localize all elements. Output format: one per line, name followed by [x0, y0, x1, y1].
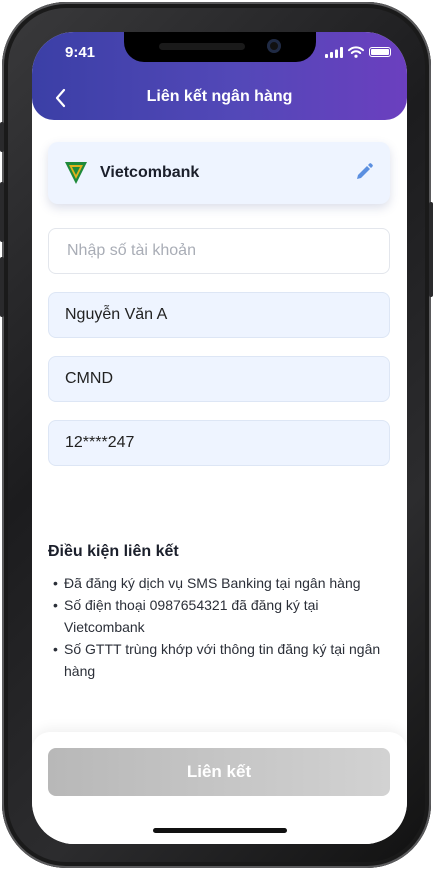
edit-bank-button[interactable]	[354, 162, 374, 182]
id-number-field: 12****247	[48, 420, 390, 466]
notch	[124, 32, 316, 62]
phone-frame: 9:41 Liên kết ngân hàng Vietcombank Nhập…	[0, 2, 433, 868]
conditions-title: Điều kiện liên kết	[48, 543, 179, 560]
app-header: 9:41 Liên kết ngân hàng	[32, 32, 407, 120]
id-type-field: CMND	[48, 356, 390, 402]
account-number-field[interactable]	[48, 228, 390, 274]
vietcombank-logo-icon	[65, 162, 87, 184]
speaker-grille	[159, 43, 245, 50]
full-name-value: Nguyễn Văn A	[65, 306, 168, 323]
front-camera	[267, 39, 281, 53]
condition-item: Số GTTT trùng khớp với thông tin đăng ký…	[48, 638, 388, 682]
id-number-value: 12****247	[65, 434, 135, 451]
full-name-field: Nguyễn Văn A	[48, 292, 390, 338]
condition-item: Số điện thoại 0987654321 đã đăng ký tại …	[48, 594, 388, 638]
conditions-list: Đã đăng ký dịch vụ SMS Banking tại ngân …	[48, 572, 388, 682]
status-icons	[325, 46, 391, 58]
condition-item: Đã đăng ký dịch vụ SMS Banking tại ngân …	[48, 572, 388, 594]
power-button	[429, 202, 433, 297]
footer: Liên kết	[32, 732, 407, 844]
home-indicator	[153, 828, 287, 833]
id-type-value: CMND	[65, 370, 113, 387]
link-button[interactable]: Liên kết	[48, 748, 390, 796]
signal-icon	[325, 46, 343, 58]
bank-card: Vietcombank	[48, 142, 390, 204]
screen: 9:41 Liên kết ngân hàng Vietcombank Nhập…	[32, 32, 407, 844]
bank-name: Vietcombank	[100, 164, 200, 181]
account-number-input[interactable]	[65, 241, 373, 261]
volume-up-button	[0, 182, 4, 242]
pencil-icon	[357, 163, 373, 179]
wifi-icon	[348, 46, 364, 58]
page-title: Liên kết ngân hàng	[146, 88, 293, 105]
mute-switch	[0, 122, 4, 152]
volume-down-button	[0, 257, 4, 317]
status-time: 9:41	[65, 44, 96, 61]
battery-icon	[369, 47, 391, 57]
